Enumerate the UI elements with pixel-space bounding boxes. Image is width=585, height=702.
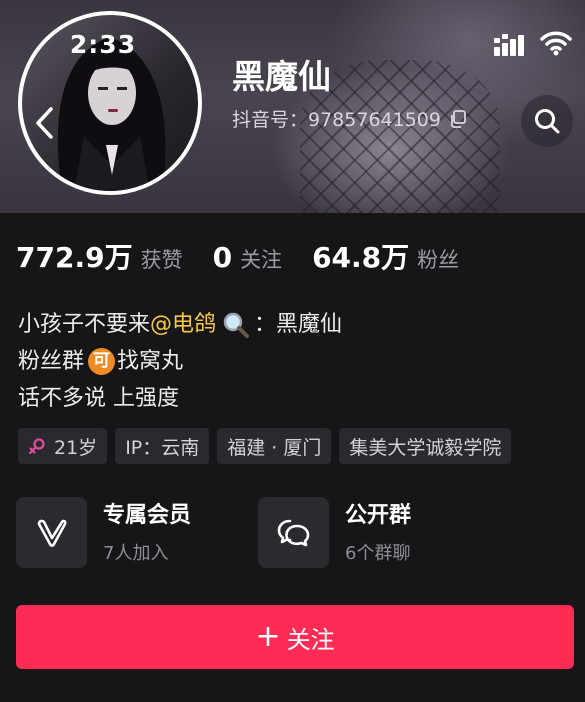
wifi-icon (540, 31, 572, 56)
search-icon (535, 109, 560, 134)
profile-stats: 772.9万 获赞 0 关注 64.8万 粉丝 (16, 236, 489, 276)
tag-city[interactable]: 福建 · 厦门 (217, 428, 332, 464)
follow-button[interactable]: + 关注 (16, 605, 574, 669)
tag-age: 21岁 (18, 428, 108, 464)
profile-bio: 小孩子不要来 @电鸽 ：黑魔仙 粉丝群 可 找窝丸 话不多说 上强度 (18, 306, 342, 417)
copy-icon[interactable] (449, 109, 467, 128)
tag-age-text: 21岁 (54, 436, 98, 459)
search-button[interactable] (521, 95, 573, 147)
bio-line-1-prefix: 小孩子不要来 (18, 312, 151, 337)
magnifier-emoji-icon (222, 311, 250, 339)
exclusive-membership-texts: 专属会员 7人加入 (103, 497, 191, 565)
vip-v-icon-box (16, 497, 87, 568)
exclusive-membership-card[interactable]: 专属会员 7人加入 (16, 497, 191, 568)
profile-tags: 21岁 IP：云南 福建 · 厦门 集美大学诚毅学院 (18, 428, 519, 464)
stat-followers[interactable]: 64.8万 粉丝 (312, 236, 459, 276)
profile-nickname: 黑魔仙 (232, 57, 331, 96)
ke-badge-icon: 可 (88, 348, 116, 375)
public-group-card[interactable]: 公开群 6个群聊 (258, 497, 411, 568)
stat-followers-label: 粉丝 (417, 248, 460, 272)
group-chat-icon (277, 519, 309, 546)
cellular-signal-icon (494, 34, 524, 56)
vip-v-icon (37, 519, 66, 547)
account-id-text: 抖音号：97857641509 (232, 109, 441, 131)
account-id-row[interactable]: 抖音号：97857641509 (232, 105, 467, 132)
stat-likes: 772.9万 获赞 (16, 236, 183, 276)
tag-ip-location: IP：云南 (115, 428, 210, 464)
back-button[interactable] (20, 96, 68, 150)
stat-following-value: 0 (212, 241, 233, 274)
exclusive-membership-subtitle: 7人加入 (103, 542, 169, 564)
public-group-texts: 公开群 6个群聊 (345, 497, 411, 565)
stat-likes-label: 获赞 (140, 248, 183, 272)
bio-line-2: 粉丝群 可 找窝丸 (18, 343, 342, 380)
bio-line-1: 小孩子不要来 @电鸽 ：黑魔仙 (18, 306, 342, 343)
stat-followers-value: 64.8万 (312, 241, 410, 274)
stat-likes-value: 772.9万 (16, 241, 133, 274)
chevron-left-icon (36, 107, 53, 139)
public-group-subtitle: 6个群聊 (345, 542, 411, 564)
status-bar-time: 2:33 (69, 30, 137, 59)
plus-icon: + (255, 619, 281, 654)
bio-line-2-prefix: 粉丝群 (18, 349, 85, 374)
female-icon (28, 437, 46, 455)
group-chat-icon-box (258, 497, 329, 568)
bio-line-3: 话不多说 上强度 (18, 386, 179, 411)
stat-following-label: 关注 (240, 248, 283, 272)
exclusive-membership-title: 专属会员 (103, 502, 192, 528)
stat-following[interactable]: 0 关注 (213, 241, 282, 274)
bio-mention-link[interactable]: @电鸽 (150, 306, 216, 343)
public-group-title: 公开群 (345, 502, 412, 528)
bio-line-2-suffix: 找窝丸 (117, 349, 184, 374)
bio-line-1-suffix: ：黑魔仙 (254, 312, 343, 337)
tag-school[interactable]: 集美大学诚毅学院 (339, 428, 512, 464)
follow-button-label: 关注 (286, 625, 335, 654)
